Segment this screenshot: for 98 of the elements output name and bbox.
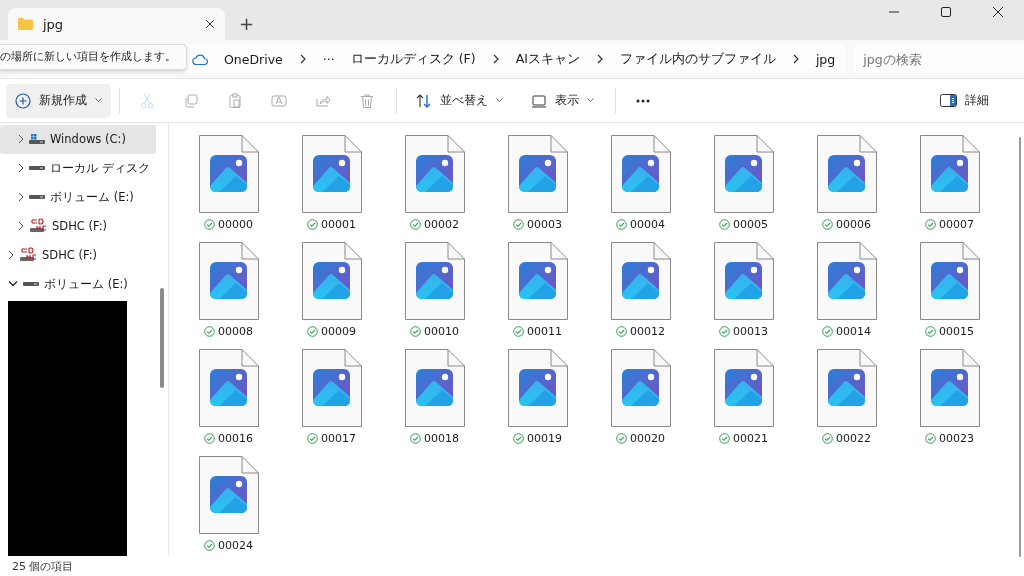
image-file-icon xyxy=(301,349,362,427)
image-file-icon xyxy=(198,349,259,427)
sd-card-icon xyxy=(29,218,47,235)
image-file-icon xyxy=(198,242,259,320)
file-name[interactable]: 00000 xyxy=(218,218,253,231)
image-file-icon xyxy=(610,349,671,427)
tab-title: jpg xyxy=(43,16,65,32)
chevron-right-icon[interactable] xyxy=(18,163,24,174)
file-name[interactable]: 00023 xyxy=(939,432,974,445)
chevron-down-icon[interactable] xyxy=(8,281,18,288)
image-file-icon xyxy=(198,135,259,213)
image-file-icon xyxy=(610,242,671,320)
image-file-icon xyxy=(713,135,774,213)
breadcrumb[interactable]: OneDrive xyxy=(224,51,283,67)
image-file-icon xyxy=(301,242,362,320)
image-file-icon xyxy=(919,135,980,213)
scrollbar-thumb[interactable] xyxy=(160,288,164,388)
folder-icon xyxy=(18,18,33,30)
image-file-icon xyxy=(507,349,568,427)
image-file-icon xyxy=(816,242,877,320)
overflow-button[interactable]: ··· xyxy=(322,51,335,67)
image-file-icon xyxy=(404,242,465,320)
file-name[interactable]: 00020 xyxy=(630,432,665,445)
file-name[interactable]: 00019 xyxy=(527,432,562,445)
image-file-icon xyxy=(713,242,774,320)
windows-drive-icon xyxy=(29,134,45,145)
chevron-right-icon xyxy=(791,54,800,64)
file-name[interactable]: 00005 xyxy=(733,218,768,231)
scrollbar-thumb[interactable] xyxy=(1019,137,1021,557)
caret-icon xyxy=(95,98,102,103)
sd-card-icon xyxy=(19,247,37,264)
breadcrumb[interactable]: jpg xyxy=(815,51,836,67)
image-file-icon xyxy=(198,456,259,534)
drive-icon xyxy=(29,166,45,171)
caret-icon xyxy=(587,98,594,103)
breadcrumb[interactable]: AIスキャン xyxy=(515,50,580,68)
file-name[interactable]: 00007 xyxy=(939,218,974,231)
file-name[interactable]: 00015 xyxy=(939,325,974,338)
close-icon[interactable] xyxy=(205,19,215,29)
file-name[interactable]: 00017 xyxy=(321,432,356,445)
file-name[interactable]: 00006 xyxy=(836,218,871,231)
drive-icon xyxy=(23,282,39,287)
tree-item[interactable]: ボリューム (E:) xyxy=(0,182,156,212)
tree-item[interactable]: SDHC (F:) xyxy=(0,240,156,270)
file-name[interactable]: 00011 xyxy=(527,325,562,338)
chevron-right-icon[interactable] xyxy=(18,134,24,145)
file-name[interactable]: 00010 xyxy=(424,325,459,338)
tree-item[interactable]: Windows (C:) xyxy=(0,125,156,154)
image-file-icon xyxy=(404,135,465,213)
sort-button[interactable]: 並べ替え xyxy=(407,83,512,118)
tooltip-text: の場所に新しい項目を作成します。 xyxy=(0,50,176,62)
file-name[interactable]: 00014 xyxy=(836,325,871,338)
file-name[interactable]: 00008 xyxy=(218,325,253,338)
image-file-icon xyxy=(919,242,980,320)
drive-icon xyxy=(29,195,45,200)
breadcrumb[interactable]: ローカルディスク (F) xyxy=(350,50,476,68)
file-name[interactable]: 00022 xyxy=(836,432,871,445)
new-tab-button[interactable]: + xyxy=(233,13,261,34)
search-field[interactable]: jpgの検索 xyxy=(853,44,1024,74)
tree-item[interactable]: ローカル ディスク xyxy=(0,153,156,183)
chevron-right-icon[interactable] xyxy=(18,221,24,232)
image-file-icon xyxy=(713,349,774,427)
file-name[interactable]: 00024 xyxy=(218,539,253,552)
address-bar[interactable]: OneDrive ··· ローカルディスク (F) AIスキャン ファイル内のサブファイル jpg xyxy=(182,44,846,74)
caret-icon xyxy=(496,98,503,103)
image-file-icon xyxy=(404,349,465,427)
file-name[interactable]: 00004 xyxy=(630,218,665,231)
image-file-icon xyxy=(301,135,362,213)
image-file-icon xyxy=(816,349,877,427)
file-name[interactable]: 00009 xyxy=(321,325,356,338)
image-file-icon xyxy=(610,135,671,213)
image-file-icon xyxy=(507,135,568,213)
file-name[interactable]: 00012 xyxy=(630,325,665,338)
image-file-icon xyxy=(507,242,568,320)
tree-item[interactable]: SDHC (F:) xyxy=(0,211,156,241)
file-name[interactable]: 00001 xyxy=(321,218,356,231)
image-file-icon xyxy=(919,349,980,427)
chevron-right-icon[interactable] xyxy=(18,192,24,203)
chevron-right-icon xyxy=(298,54,307,64)
item-count: 25 個の項目 xyxy=(12,558,74,574)
image-file-icon xyxy=(816,135,877,213)
file-name[interactable]: 00002 xyxy=(424,218,459,231)
chevron-right-icon xyxy=(491,54,500,64)
file-name[interactable]: 00013 xyxy=(733,325,768,338)
breadcrumb[interactable]: ファイル内のサブファイル xyxy=(619,50,776,68)
new-button[interactable]: 新規作成 xyxy=(6,83,111,118)
tree-item[interactable]: ボリューム (E:) xyxy=(0,269,156,299)
file-name[interactable]: 00018 xyxy=(424,432,459,445)
file-name[interactable]: 00021 xyxy=(733,432,768,445)
cloud-icon xyxy=(192,53,208,65)
window-tab[interactable]: jpg xyxy=(8,8,225,40)
chevron-right-icon[interactable] xyxy=(8,250,14,261)
view-button[interactable]: 表示 xyxy=(522,83,603,118)
details-pane-icon xyxy=(940,94,957,107)
file-name[interactable]: 00016 xyxy=(218,432,253,445)
chevron-right-icon xyxy=(595,54,604,64)
details-button[interactable]: 詳細 xyxy=(931,83,998,118)
file-name[interactable]: 00003 xyxy=(527,218,562,231)
